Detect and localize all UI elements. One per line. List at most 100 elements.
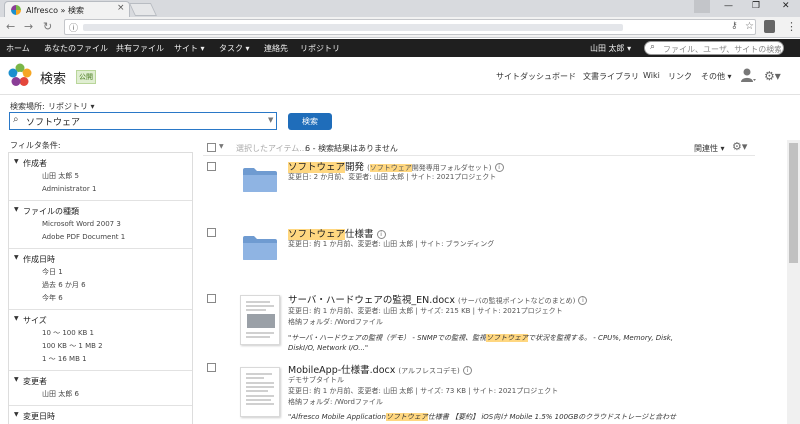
- close-window-button[interactable]: ✕: [782, 1, 790, 11]
- filter-item[interactable]: Adobe PDF Document 1: [9, 231, 192, 244]
- site-settings-gear-icon[interactable]: ⚙▾: [764, 69, 781, 83]
- filter-group-title[interactable]: ▼ 変更者: [9, 376, 192, 388]
- result-checkbox[interactable]: [207, 294, 216, 303]
- result-title[interactable]: ソフトウェア開発 (ソフトウェア開発専用フォルダセット) i: [288, 159, 504, 173]
- result-checkbox[interactable]: [207, 228, 216, 237]
- nav-repository[interactable]: リポジトリ: [300, 43, 340, 54]
- search-button[interactable]: 検索: [288, 113, 332, 130]
- filter-item[interactable]: 今日 1: [9, 266, 192, 279]
- tab-close-icon[interactable]: ×: [117, 3, 125, 13]
- result-snippet-line2: DiskI/O, Network I/O...": [288, 344, 369, 352]
- collapse-triangle-icon[interactable]: ▼: [14, 411, 19, 418]
- site-info-icon[interactable]: ⓘ: [69, 21, 78, 34]
- filter-item[interactable]: Microsoft Word 2007 3: [9, 218, 192, 231]
- minimize-button[interactable]: —: [724, 1, 733, 11]
- document-thumbnail[interactable]: [240, 367, 280, 417]
- wiki-link[interactable]: Wiki: [643, 71, 660, 80]
- filter-item[interactable]: 1 ～ 16 MB 1: [9, 353, 192, 366]
- info-icon[interactable]: i: [376, 230, 386, 239]
- search-scope-dropdown[interactable]: リポジトリ ▾: [48, 101, 95, 112]
- filter-item[interactable]: 過去 6 か月 6: [9, 279, 192, 292]
- back-icon[interactable]: ←: [6, 20, 15, 33]
- folder-icon[interactable]: [242, 235, 278, 261]
- document-thumbnail[interactable]: [240, 295, 280, 345]
- page-title: 検索: [40, 72, 67, 87]
- result-meta: 変更日: 約 1 か月前、変更者: 山田 太郎 | サイズ: 73 KB | サ…: [288, 387, 559, 395]
- links-link[interactable]: リンク: [668, 71, 692, 82]
- result-checkbox[interactable]: [207, 363, 216, 372]
- site-dashboard-link[interactable]: サイトダッシュボード: [496, 71, 576, 82]
- subtitle-text: 開発専用フォルダセット): [411, 164, 492, 172]
- user-menu[interactable]: 山田 太郎 ▾: [590, 43, 631, 54]
- nav-home[interactable]: ホーム: [6, 43, 30, 54]
- browser-tab[interactable]: Alfresco » 検索 ×: [4, 1, 130, 17]
- browser-menu-icon[interactable]: ⋮: [786, 20, 797, 33]
- nav-my-files[interactable]: あなたのファイル: [44, 43, 108, 54]
- result-title[interactable]: サーバ・ハードウェアの監視_EN.docx (サーバの監視ポイントなどのまとめ)…: [288, 292, 588, 306]
- filter-group-file-type: ▼ ファイルの種類 Microsoft Word 2007 3 Adobe PDF…: [9, 201, 192, 249]
- filter-item[interactable]: 10 ～ 100 KB 1: [9, 327, 192, 340]
- collapse-triangle-icon[interactable]: ▼: [14, 315, 19, 322]
- result-count: 6 - 検索結果はありません: [305, 144, 398, 153]
- search-history-dropdown-icon[interactable]: ▼: [268, 116, 273, 124]
- selected-items-menu[interactable]: 選択したアイテム...: [236, 143, 307, 154]
- collapse-triangle-icon[interactable]: ▼: [14, 376, 19, 383]
- filter-item[interactable]: 100 KB ～ 1 MB 2: [9, 340, 192, 353]
- title-text: サーバ・ハードウェアの監視_EN.docx: [288, 295, 455, 306]
- filter-group-creator: ▼ 作成者 山田 太郎 5 Administrator 1: [9, 153, 192, 201]
- nav-people[interactable]: 連絡先: [264, 43, 288, 54]
- select-all-checkbox[interactable]: [207, 143, 216, 152]
- filter-group-label: 作成日時: [23, 255, 55, 264]
- filter-group-title[interactable]: ▼ ファイルの種類: [9, 206, 192, 218]
- result-subtitle: (ソフトウェア開発専用フォルダセット): [367, 164, 492, 172]
- filter-group-title[interactable]: ▼ 作成日時: [9, 254, 192, 266]
- filter-group-title[interactable]: ▼ 作成者: [9, 158, 192, 170]
- public-badge: 公開: [76, 70, 96, 84]
- filter-item[interactable]: 山田 太郎 5: [9, 170, 192, 183]
- user-profile-icon[interactable]: [740, 67, 756, 83]
- nav-shared-files[interactable]: 共有ファイル: [116, 43, 164, 54]
- filter-group-label: ファイルの種類: [23, 207, 79, 216]
- bookmark-star-icon[interactable]: ☆: [745, 21, 754, 32]
- result-folder: 格納フォルダ: /Wordファイル: [288, 318, 383, 326]
- scrollbar-thumb[interactable]: [789, 143, 798, 263]
- key-icon[interactable]: ⚷: [731, 21, 738, 31]
- result-title[interactable]: MobileApp-仕様書.docx (アルフレスコデモ) i: [288, 362, 472, 376]
- info-icon[interactable]: i: [494, 163, 504, 172]
- search-input[interactable]: [26, 114, 256, 128]
- info-icon[interactable]: i: [578, 296, 588, 305]
- blurred-url: [83, 24, 623, 31]
- collapse-triangle-icon[interactable]: ▼: [14, 158, 19, 165]
- nav-tasks[interactable]: タスク ▾: [219, 43, 250, 54]
- filter-item[interactable]: 今年 6: [9, 292, 192, 305]
- global-search-placeholder: ファイル、ユーザ、サイトの検索: [663, 45, 781, 54]
- select-dropdown-icon[interactable]: ▼: [219, 143, 224, 150]
- result-title[interactable]: ソフトウェア仕様書 i: [288, 226, 386, 240]
- more-menu[interactable]: その他 ▾: [701, 71, 732, 82]
- highlight-term: ソフトウェア: [369, 164, 412, 172]
- filter-group-title[interactable]: ▼ サイズ: [9, 315, 192, 327]
- folder-icon[interactable]: [242, 167, 278, 193]
- extension-icon[interactable]: [764, 20, 775, 33]
- sort-dropdown[interactable]: 関連性 ▾: [694, 143, 725, 154]
- filter-group-title[interactable]: ▼ 変更日時: [9, 411, 192, 423]
- info-icon[interactable]: i: [462, 366, 472, 375]
- search-field[interactable]: ⌕ ▼: [9, 112, 277, 130]
- result-checkbox[interactable]: [207, 162, 216, 171]
- filter-item[interactable]: 山田 太郎 6: [9, 388, 192, 401]
- address-bar[interactable]: ⓘ ⚷ ☆: [64, 19, 756, 35]
- maximize-button[interactable]: ❐: [752, 1, 760, 11]
- filter-item[interactable]: Administrator 1: [9, 183, 192, 196]
- collapse-triangle-icon[interactable]: ▼: [14, 206, 19, 213]
- options-gear-icon[interactable]: ⚙▾: [732, 140, 747, 153]
- collapse-triangle-icon[interactable]: ▼: [14, 254, 19, 261]
- filter-group-label: 変更日時: [23, 412, 55, 421]
- nav-sites[interactable]: サイト ▾: [174, 43, 205, 54]
- browser-profile-icon[interactable]: [694, 0, 710, 13]
- window-controls: — ❐ ✕: [720, 1, 800, 15]
- forward-icon[interactable]: →: [24, 20, 33, 33]
- global-search-input[interactable]: ⌕ ファイル、ユーザ、サイトの検索: [644, 41, 784, 55]
- document-library-link[interactable]: 文書ライブラリ: [583, 71, 639, 82]
- reload-icon[interactable]: ↻: [43, 20, 52, 33]
- filter-panel: ▼ 作成者 山田 太郎 5 Administrator 1 ▼ ファイルの種類 Mi…: [8, 152, 193, 424]
